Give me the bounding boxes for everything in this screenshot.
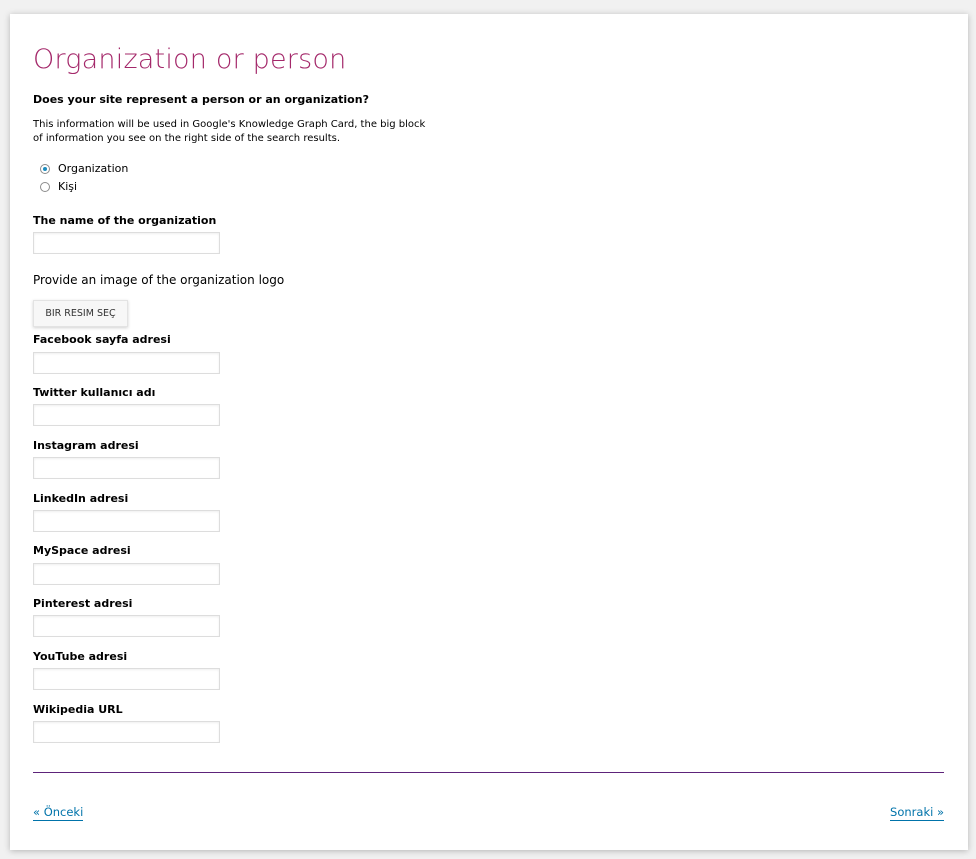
facebook-label: Facebook sayfa adresi — [33, 333, 171, 346]
youtube-input[interactable] — [33, 668, 220, 690]
twitter-input[interactable] — [33, 404, 220, 426]
twitter-label: Twitter kullanıcı adı — [33, 386, 156, 399]
youtube-label: YouTube adresi — [33, 650, 128, 663]
wikipedia-label: Wikipedia URL — [33, 703, 123, 716]
radio-person[interactable]: Kişi — [40, 180, 77, 193]
wikipedia-input[interactable] — [33, 721, 220, 743]
instagram-input[interactable] — [33, 457, 220, 479]
organization-name-input[interactable] — [33, 232, 220, 254]
choose-image-button[interactable]: BIR RESIM SEÇ — [33, 300, 128, 327]
footer-divider — [33, 772, 944, 773]
linkedin-input[interactable] — [33, 510, 220, 532]
facebook-input[interactable] — [33, 352, 220, 374]
description-text: This information will be used in Google'… — [33, 119, 426, 144]
pinterest-input[interactable] — [33, 615, 220, 637]
next-link[interactable]: Sonraki » — [890, 805, 944, 821]
question-label: Does your site represent a person or an … — [33, 93, 369, 106]
pinterest-label: Pinterest adresi — [33, 597, 133, 610]
radio-unchecked-icon[interactable] — [40, 181, 50, 192]
radio-label-person: Kişi — [58, 180, 78, 193]
radio-checked-icon[interactable] — [40, 163, 50, 174]
page-title: Organization or person — [33, 44, 347, 75]
organization-name-label: The name of the organization — [33, 214, 217, 227]
previous-link[interactable]: « Önceki — [33, 805, 84, 821]
logo-prompt: Provide an image of the organization log… — [33, 273, 285, 287]
instagram-label: Instagram adresi — [33, 439, 139, 452]
linkedin-label: LinkedIn adresi — [33, 492, 129, 505]
myspace-input[interactable] — [33, 563, 220, 585]
myspace-label: MySpace adresi — [33, 544, 131, 557]
radio-organization[interactable]: Organization — [40, 162, 128, 175]
wizard-card: Organization or person Does your site re… — [10, 14, 968, 850]
radio-label-organization: Organization — [58, 162, 129, 175]
